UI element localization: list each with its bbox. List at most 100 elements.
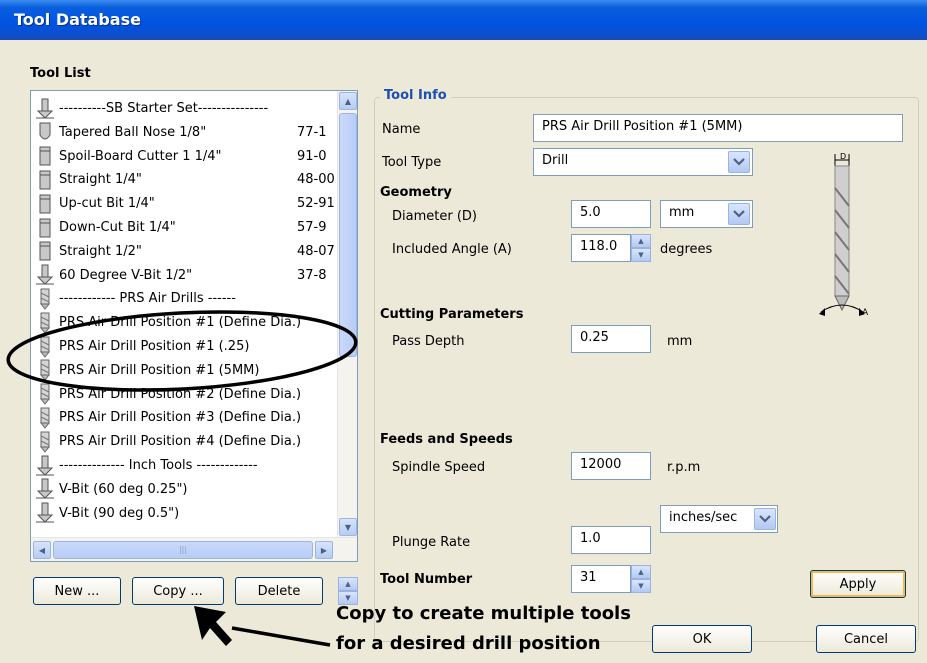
diagram-d-label: D [840, 152, 847, 161]
tool-list-heading: Tool List [30, 66, 91, 81]
tool-id: 77-1 [297, 124, 327, 140]
apply-button[interactable]: Apply [810, 570, 906, 598]
tool-list-item[interactable]: V-Bit (60 deg 0.25") [31, 478, 337, 501]
spin-down-icon[interactable]: ▼ [631, 579, 651, 593]
tool-number-label: Tool Number [380, 572, 473, 587]
plunge-rate-unit-value: inches/sec [669, 510, 738, 525]
tool-type-label: Tool Type [382, 155, 442, 170]
end-mill-icon [31, 216, 59, 239]
name-label: Name [382, 122, 421, 137]
scroll-left-icon[interactable]: ◀ [33, 541, 51, 559]
scroll-up-icon[interactable]: ▲ [339, 92, 357, 110]
name-input[interactable]: PRS Air Drill Position #1 (5MM) [533, 114, 903, 142]
drill-icon [31, 335, 59, 358]
diameter-input[interactable]: 5.0 [571, 200, 651, 228]
drill-icon [31, 383, 59, 406]
end-mill-icon [31, 168, 59, 191]
tool-id: 57-9 [297, 220, 327, 235]
tool-list-item[interactable]: PRS Air Drill Position #4 (Define Dia.) [31, 430, 337, 453]
tool-list-item[interactable]: PRS Air Drill Position #3 (Define Dia.) [31, 406, 337, 429]
tool-name: PRS Air Drill Position #1 (.25) [59, 339, 250, 354]
tool-type-select[interactable]: Drill [533, 148, 753, 176]
spindle-speed-label: Spindle Speed [392, 460, 486, 475]
spin-up-icon[interactable]: ▲ [631, 234, 651, 248]
tool-list-item[interactable]: -------------- Inch Tools ------------- [31, 454, 337, 477]
tool-id: 37-8 [297, 267, 327, 283]
plunge-rate-input[interactable]: 1.0 [571, 526, 651, 554]
tool-id: 52-91 [297, 196, 335, 212]
tool-name: Tapered Ball Nose 1/8" [59, 124, 207, 140]
tool-list-item[interactable]: Down-Cut Bit 1/4" 57-9 [31, 216, 337, 239]
end-mill-icon [31, 240, 59, 263]
tool-list-item[interactable]: PRS Air Drill Position #1 (5MM) [31, 359, 337, 382]
tool-list-item[interactable]: PRS Air Drill Position #1 (Define Dia.) [31, 311, 337, 334]
tool-order-spinner[interactable]: ▲ ▼ [338, 577, 358, 605]
included-angle-input[interactable]: 118.0 [571, 234, 631, 262]
tool-name: 60 Degree V-Bit 1/2" [59, 267, 193, 283]
new-tool-button[interactable]: New ... [33, 577, 121, 605]
tool-list-rows: ----------SB Starter Set--------------- T… [31, 91, 337, 537]
pass-depth-label: Pass Depth [392, 334, 465, 349]
tool-list-item[interactable]: PRS Air Drill Position #1 (.25) [31, 335, 337, 358]
tool-list-item[interactable]: Spoil-Board Cutter 1 1/4" 91-0 [31, 145, 337, 168]
tool-list-item[interactable]: Up-cut Bit 1/4" 52-91 [31, 192, 337, 215]
move-up-icon[interactable]: ▲ [338, 577, 358, 591]
ok-button[interactable]: OK [652, 625, 752, 653]
tool-list-item[interactable]: ------------ PRS Air Drills ------ [31, 287, 337, 310]
drill-icon [31, 430, 59, 453]
tool-number-input[interactable]: 31 [571, 565, 631, 593]
tool-id: 91-0 [297, 148, 327, 164]
drill-icon [31, 359, 59, 382]
spin-up-icon[interactable]: ▲ [631, 565, 651, 579]
tool-number-spinner[interactable]: ▲ ▼ [631, 565, 651, 593]
vbit-icon [31, 97, 59, 120]
diameter-unit-value: mm [669, 205, 695, 220]
tool-name: Straight 1/4" [59, 172, 142, 188]
cutting-parameters-heading: Cutting Parameters [380, 307, 524, 322]
vertical-scroll-thumb[interactable] [339, 113, 357, 357]
tool-list-item[interactable]: 60 Degree V-Bit 1/2" 37-8 [31, 264, 337, 287]
tool-name: V-Bit (60 deg 0.25") [59, 481, 188, 497]
tool-name: Up-cut Bit 1/4" [59, 196, 155, 212]
horizontal-scroll-thumb[interactable]: ||| [53, 541, 313, 559]
tool-type-value: Drill [542, 153, 569, 168]
end-mill-icon [31, 192, 59, 215]
cancel-button[interactable]: Cancel [816, 625, 916, 653]
end-mill-icon [31, 145, 59, 168]
copy-tool-button[interactable]: Copy ... [132, 577, 224, 605]
scroll-right-icon[interactable]: ▶ [315, 541, 333, 559]
drill-icon [31, 311, 59, 334]
tool-name: -------------- Inch Tools ------------- [59, 458, 258, 473]
drill-icon [31, 287, 59, 310]
tool-list-item[interactable]: V-Bit (90 deg 0.5") [31, 502, 337, 525]
scroll-down-icon[interactable]: ▼ [339, 518, 357, 536]
tool-list[interactable]: ----------SB Starter Set--------------- T… [30, 90, 358, 562]
horizontal-scrollbar[interactable]: ◀ ||| ▶ [31, 537, 357, 561]
chevron-down-icon[interactable] [754, 508, 776, 530]
feeds-and-speeds-heading: Feeds and Speeds [380, 432, 513, 447]
window-title: Tool Database [14, 10, 141, 29]
tool-name: V-Bit (90 deg 0.5") [59, 505, 180, 521]
included-angle-label: Included Angle (A) [392, 242, 512, 257]
tool-list-item[interactable]: Straight 1/2" 48-07 [31, 240, 337, 263]
included-angle-spinner[interactable]: ▲ ▼ [631, 234, 651, 262]
vertical-scrollbar[interactable]: ▲ ▼ [337, 91, 357, 537]
geometry-heading: Geometry [380, 185, 452, 200]
spindle-speed-unit-label: r.p.m [667, 460, 701, 475]
tool-list-item[interactable]: ----------SB Starter Set--------------- [31, 97, 337, 120]
spin-down-icon[interactable]: ▼ [631, 248, 651, 262]
spindle-speed-input[interactable]: 12000 [571, 452, 651, 480]
delete-tool-button[interactable]: Delete [235, 577, 323, 605]
tool-id: 48-00 [297, 172, 335, 188]
pass-depth-input[interactable]: 0.25 [571, 325, 651, 353]
tool-name: PRS Air Drill Position #4 (Define Dia.) [59, 434, 302, 450]
chevron-down-icon[interactable] [728, 203, 750, 225]
tool-list-item[interactable]: Straight 1/4" 48-00 [31, 168, 337, 191]
angle-unit-label: degrees [660, 242, 713, 257]
tool-name: PRS Air Drill Position #3 (Define Dia.) [59, 410, 302, 426]
tool-info-heading: Tool Info [380, 88, 451, 103]
tool-list-item[interactable]: Tapered Ball Nose 1/8" 77-1 [31, 121, 337, 144]
tool-list-item[interactable]: PRS Air Drill Position #2 (Define Dia.) [31, 383, 337, 406]
tool-name: PRS Air Drill Position #1 (5MM) [59, 362, 260, 378]
chevron-down-icon[interactable] [728, 151, 750, 173]
